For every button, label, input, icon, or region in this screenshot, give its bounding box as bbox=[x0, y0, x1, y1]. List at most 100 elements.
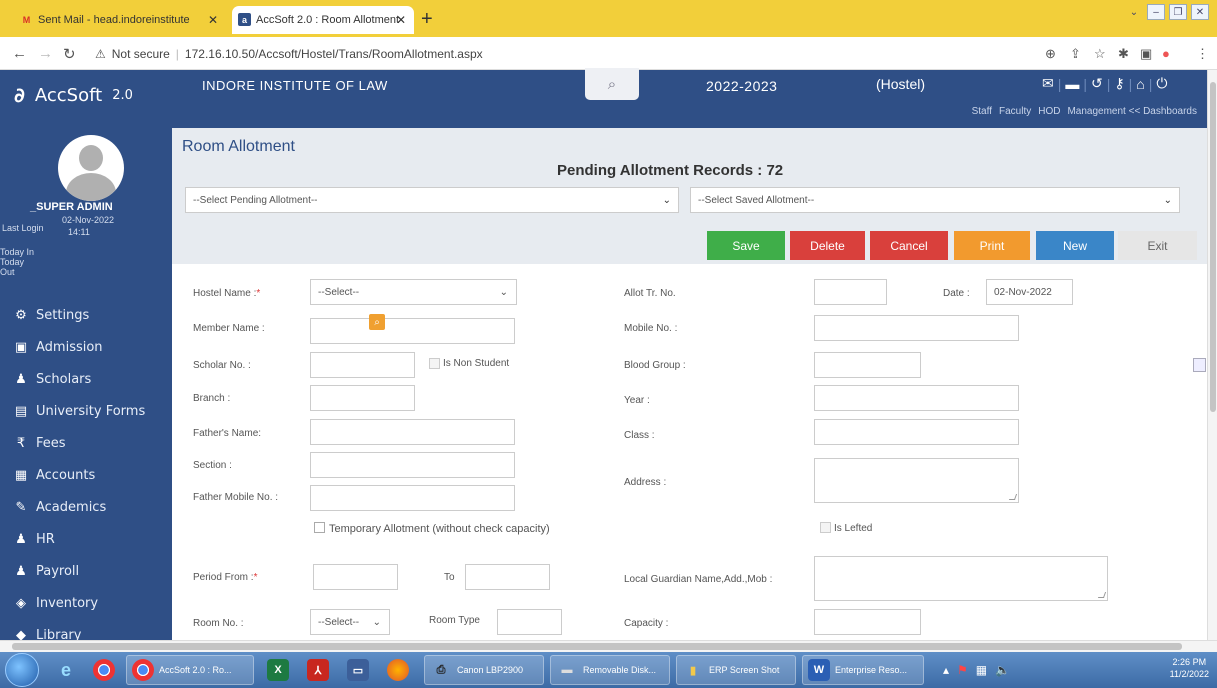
zoom-icon[interactable]: ⊕ bbox=[1045, 46, 1056, 62]
period-from-input[interactable] bbox=[313, 564, 398, 590]
link-staff[interactable]: Staff bbox=[972, 106, 992, 117]
class-input[interactable] bbox=[814, 419, 1019, 445]
close-icon[interactable]: ✕ bbox=[208, 13, 218, 27]
taskbar-acrobat[interactable]: ⅄ bbox=[302, 655, 334, 685]
link-hod[interactable]: HOD bbox=[1038, 106, 1060, 117]
capacity-input[interactable] bbox=[814, 609, 921, 635]
saved-allotment-select[interactable]: --Select Saved Allotment-- ⌄ bbox=[690, 187, 1180, 213]
period-to-input[interactable] bbox=[465, 564, 550, 590]
back-icon[interactable]: ← bbox=[12, 45, 27, 62]
link-faculty[interactable]: Faculty bbox=[999, 106, 1031, 117]
close-icon[interactable]: ✕ bbox=[396, 13, 406, 27]
app-logo[interactable]: ∂ AccSoft 2.0 bbox=[14, 83, 133, 107]
pending-allotment-select[interactable]: --Select Pending Allotment-- ⌄ bbox=[185, 187, 679, 213]
minimize-button[interactable]: – bbox=[1147, 4, 1165, 20]
profile-avatar-icon[interactable]: ● bbox=[1162, 46, 1170, 61]
bookmark-star-icon[interactable]: ☆ bbox=[1094, 46, 1106, 62]
extension-icon[interactable]: ✱ bbox=[1118, 46, 1129, 62]
link-management-dashboards[interactable]: Management << Dashboards bbox=[1067, 106, 1197, 117]
address-textarea[interactable] bbox=[814, 458, 1019, 503]
branch-input[interactable] bbox=[310, 385, 415, 411]
maximize-button[interactable]: ❐ bbox=[1169, 4, 1187, 20]
flag-icon[interactable]: ⚑ bbox=[957, 663, 968, 677]
hostel-name-select[interactable]: --Select-- ⌄ bbox=[310, 279, 517, 305]
power-icon[interactable]: ⏻ bbox=[1156, 75, 1167, 92]
sidebar-item-hr[interactable]: ♟ HR bbox=[0, 523, 172, 555]
sidebar-item-payroll[interactable]: ♟ Payroll bbox=[0, 555, 172, 587]
taskbar-printer[interactable]: ⎙ Canon LBP2900 bbox=[424, 655, 544, 685]
home-icon[interactable]: ⌂ bbox=[1136, 76, 1144, 92]
delete-button[interactable]: Delete bbox=[790, 231, 865, 260]
taskbar-word[interactable]: W Enterprise Reso... bbox=[802, 655, 924, 685]
is-lefted-checkbox[interactable] bbox=[820, 522, 831, 533]
refresh-icon[interactable]: ↺ bbox=[1091, 75, 1103, 92]
blood-group-input[interactable] bbox=[814, 352, 921, 378]
tab-room-allotment[interactable]: a AccSoft 2.0 : Room Allotment ✕ bbox=[232, 6, 414, 34]
print-button[interactable]: Print bbox=[954, 231, 1030, 260]
sidebar-item-scholars[interactable]: ♟ Scholars bbox=[0, 363, 172, 395]
room-type-input[interactable] bbox=[497, 609, 562, 635]
taskbar-accsoft[interactable]: AccSoft 2.0 : Ro... bbox=[126, 655, 254, 685]
new-tab-button[interactable]: + bbox=[421, 8, 433, 31]
chat-icon[interactable]: ▬ bbox=[1065, 76, 1079, 92]
allot-tr-no-input[interactable] bbox=[814, 279, 887, 305]
exit-button[interactable]: Exit bbox=[1118, 231, 1197, 260]
mobile-no-input[interactable] bbox=[814, 315, 1019, 341]
taskbar-app[interactable]: ▭ bbox=[342, 655, 374, 685]
taskbar-removable-disk[interactable]: ▬ Removable Disk... bbox=[550, 655, 670, 685]
sidebar-item-label: Fees bbox=[36, 435, 66, 451]
forward-icon[interactable]: → bbox=[38, 45, 53, 62]
start-button[interactable] bbox=[5, 653, 39, 687]
scrollbar-thumb[interactable] bbox=[12, 643, 1182, 650]
sidebar-item-inventory[interactable]: ◈ Inventory bbox=[0, 587, 172, 619]
save-button[interactable]: Save bbox=[707, 231, 785, 260]
year-input[interactable] bbox=[814, 385, 1019, 411]
key-icon[interactable]: ⚷ bbox=[1114, 75, 1124, 92]
mail-icon[interactable]: ✉ bbox=[1042, 75, 1054, 92]
member-search-icon[interactable]: ⌕ bbox=[369, 314, 385, 330]
chevron-down-icon: ⌄ bbox=[1163, 194, 1172, 206]
url-field[interactable]: ⚠ Not secure | 172.16.10.50/Accsoft/Host… bbox=[95, 44, 1015, 64]
taskbar-erp-folder[interactable]: ▮ ERP Screen Shot bbox=[676, 655, 796, 685]
taskbar-ie[interactable]: e bbox=[50, 655, 82, 685]
father-mobile-input[interactable] bbox=[310, 485, 515, 511]
sidebar-item-admission[interactable]: ▣ Admission bbox=[0, 331, 172, 363]
volume-icon[interactable]: 🔈 bbox=[995, 663, 1010, 677]
sidebar-item-academics[interactable]: ✎ Academics bbox=[0, 491, 172, 523]
side-panel-icon[interactable]: ▣ bbox=[1140, 46, 1152, 62]
vertical-scrollbar[interactable] bbox=[1207, 70, 1217, 640]
reload-icon[interactable]: ↻ bbox=[63, 45, 76, 63]
network-icon[interactable]: ▦ bbox=[976, 663, 987, 677]
search-icon[interactable]: ⌕ bbox=[585, 68, 639, 100]
horizontal-scrollbar[interactable] bbox=[0, 640, 1217, 652]
taskbar-excel[interactable]: X bbox=[262, 655, 294, 685]
fathers-name-input[interactable] bbox=[310, 419, 515, 445]
is-non-student-checkbox[interactable] bbox=[429, 358, 440, 369]
tab-sent-mail[interactable]: M Sent Mail - head.indoreinstitute ✕ bbox=[14, 6, 226, 34]
member-name-input[interactable] bbox=[310, 318, 515, 344]
sidebar-item-accounts[interactable]: ▦ Accounts bbox=[0, 459, 172, 491]
date-input[interactable]: 02-Nov-2022 bbox=[986, 279, 1073, 305]
menu-dots-icon[interactable]: ⋮ bbox=[1196, 46, 1209, 62]
sidebar-item-settings[interactable]: ⚙ Settings bbox=[0, 299, 172, 331]
taskbar-chrome[interactable] bbox=[88, 655, 120, 685]
tray-arrow-icon[interactable]: ▴ bbox=[943, 663, 949, 677]
sidebar-item-fees[interactable]: ₹ Fees bbox=[0, 427, 172, 459]
temporary-allotment-checkbox[interactable] bbox=[314, 522, 325, 533]
new-button[interactable]: New bbox=[1036, 231, 1114, 260]
share-icon[interactable]: ⇪ bbox=[1070, 46, 1081, 62]
sidebar-item-university-forms[interactable]: ▤ University Forms bbox=[0, 395, 172, 427]
taskbar-firefox[interactable] bbox=[382, 655, 414, 685]
close-window-button[interactable]: ✕ bbox=[1191, 4, 1209, 20]
sidebar-item-library[interactable]: ◆ Library bbox=[0, 619, 172, 641]
local-guardian-textarea[interactable] bbox=[814, 556, 1108, 601]
clock[interactable]: 2:26 PM 11/2/2022 bbox=[1170, 656, 1209, 680]
room-no-select[interactable]: --Select-- ⌄ bbox=[310, 609, 390, 635]
app-version: 2.0 bbox=[112, 87, 133, 103]
chevron-down-icon[interactable]: ⌄ bbox=[1125, 4, 1143, 20]
scrollbar-thumb[interactable] bbox=[1210, 82, 1216, 412]
avatar bbox=[58, 135, 124, 201]
section-input[interactable] bbox=[310, 452, 515, 478]
scholar-no-input[interactable] bbox=[310, 352, 415, 378]
cancel-button[interactable]: Cancel bbox=[870, 231, 948, 260]
